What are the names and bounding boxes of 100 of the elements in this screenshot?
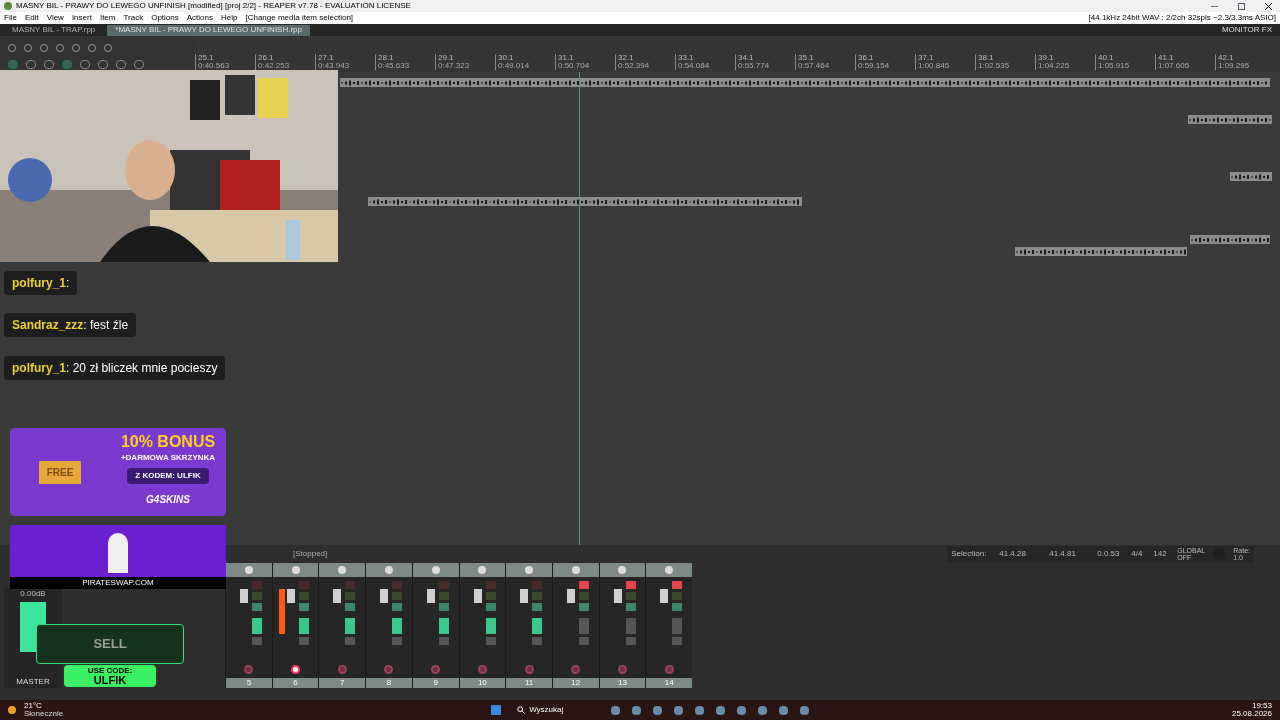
volume-fader[interactable] (520, 589, 529, 603)
taskbar-app-icon[interactable] (611, 705, 621, 715)
time-label: 1:00.845 (918, 62, 951, 70)
track-number: 8 (366, 678, 412, 688)
volume-fader[interactable] (333, 589, 342, 603)
restore-icon[interactable] (1238, 2, 1245, 10)
routing-button[interactable] (438, 637, 449, 645)
volume-fader[interactable] (660, 589, 669, 603)
mute-button[interactable] (672, 581, 683, 589)
fx-button[interactable] (532, 618, 543, 634)
media-item[interactable] (1190, 235, 1270, 244)
phase-button[interactable] (438, 603, 449, 611)
time-label: 1:07.605 (1158, 62, 1191, 70)
routing-button[interactable] (392, 637, 403, 645)
phase-button[interactable] (298, 603, 309, 611)
menu-item[interactable]: Options (151, 14, 179, 22)
fx-button[interactable] (485, 618, 496, 634)
phase-button[interactable] (532, 603, 543, 611)
volume-fader[interactable] (566, 589, 575, 603)
phase-button[interactable] (625, 603, 636, 611)
minimize-icon[interactable] (1211, 5, 1218, 7)
fx-button[interactable] (298, 618, 309, 634)
phase-button[interactable] (578, 603, 589, 611)
routing-button[interactable] (625, 637, 636, 645)
start-icon[interactable] (491, 705, 502, 715)
media-item[interactable] (368, 197, 802, 206)
search-icon (517, 706, 526, 714)
routing-button[interactable] (485, 637, 496, 645)
routing-button[interactable] (345, 637, 356, 645)
routing-button[interactable] (532, 637, 543, 645)
monitor-fx-button[interactable]: MONITOR FX (1217, 26, 1276, 34)
volume-fader[interactable] (613, 589, 622, 603)
pan-knob[interactable] (244, 566, 253, 574)
volume-fader[interactable] (286, 589, 295, 603)
mute-button[interactable] (625, 581, 636, 589)
pan-knob[interactable] (291, 566, 300, 574)
routing-button[interactable] (298, 637, 309, 645)
project-tab[interactable]: MASNY BIL - TRAP.rpp (4, 24, 104, 36)
taskbar-app-icon[interactable] (758, 705, 768, 715)
menu-item[interactable]: Actions (186, 14, 213, 22)
time-label: 0:42.253 (258, 62, 291, 70)
media-item[interactable] (340, 78, 1270, 87)
phase-button[interactable] (392, 603, 403, 611)
taskbar-app-icon[interactable] (779, 705, 789, 715)
fx-button[interactable] (438, 618, 449, 634)
bar-label: 40.1 (1098, 54, 1115, 62)
pan-knob[interactable] (384, 566, 393, 574)
taskbar-app-icon[interactable] (674, 705, 684, 715)
taskbar-app-icon[interactable] (716, 705, 726, 715)
close-icon[interactable] (1265, 2, 1272, 10)
fx-button[interactable] (345, 618, 356, 634)
taskbar-app-icon[interactable] (632, 705, 642, 715)
volume-fader[interactable] (380, 589, 389, 603)
pan-knob[interactable] (618, 566, 627, 574)
brand-name: G4SKINS (146, 493, 190, 507)
menu-item[interactable]: Insert (71, 14, 92, 22)
time-label: 0:40.563 (198, 62, 231, 70)
pan-knob[interactable] (431, 566, 440, 574)
media-item[interactable] (1188, 115, 1272, 124)
menu-item[interactable]: View (46, 14, 64, 22)
track-number: 5 (226, 678, 272, 688)
track-number: 13 (599, 678, 646, 688)
routing-button[interactable] (578, 637, 589, 645)
taskbar-app-icon[interactable] (737, 705, 747, 715)
pan-knob[interactable] (478, 566, 487, 574)
pan-knob[interactable] (571, 566, 580, 574)
temperature: 21°C (24, 702, 43, 710)
bar-label: 31.1 (558, 54, 575, 62)
fx-button[interactable] (392, 618, 403, 634)
menu-item[interactable]: Help (221, 14, 238, 22)
sell-text: SELL (93, 635, 127, 654)
media-item[interactable] (1015, 247, 1187, 256)
bar-label: 42.1 (1218, 54, 1235, 62)
pan-knob[interactable] (665, 566, 674, 574)
mute-button[interactable] (578, 581, 589, 589)
project-tab[interactable]: *MASNY BIL - PRAWY DO LEWEGO UNFINISH.rpp (107, 24, 310, 36)
phase-button[interactable] (345, 603, 356, 611)
time-label: 0:52.394 (618, 62, 651, 70)
menu-item[interactable]: File (4, 14, 17, 22)
time-label: 0:57.464 (798, 62, 831, 70)
volume-fader[interactable] (473, 589, 482, 603)
volume-fader[interactable] (426, 589, 435, 603)
routing-button[interactable] (672, 637, 683, 645)
menu-item[interactable]: Edit (24, 14, 39, 22)
media-item[interactable] (1230, 172, 1272, 181)
pan-knob[interactable] (525, 566, 534, 574)
taskbar-app-icon[interactable] (695, 705, 705, 715)
bar-label: 37.1 (918, 54, 935, 62)
menu-item[interactable]: Item (99, 14, 116, 22)
menu-item[interactable]: Track (123, 14, 144, 22)
taskbar-app-icon[interactable] (653, 705, 663, 715)
phase-button[interactable] (672, 603, 683, 611)
phase-button[interactable] (485, 603, 496, 611)
record-arm-button[interactable] (291, 665, 301, 674)
time-label: 1:09.295 (1218, 62, 1251, 70)
search-field[interactable]: Wyszukaj (509, 704, 572, 716)
taskbar-app-icon[interactable] (800, 705, 810, 715)
pan-knob[interactable] (338, 566, 347, 574)
bar-label: 41.1 (1158, 54, 1175, 62)
track-number: 10 (459, 678, 506, 688)
